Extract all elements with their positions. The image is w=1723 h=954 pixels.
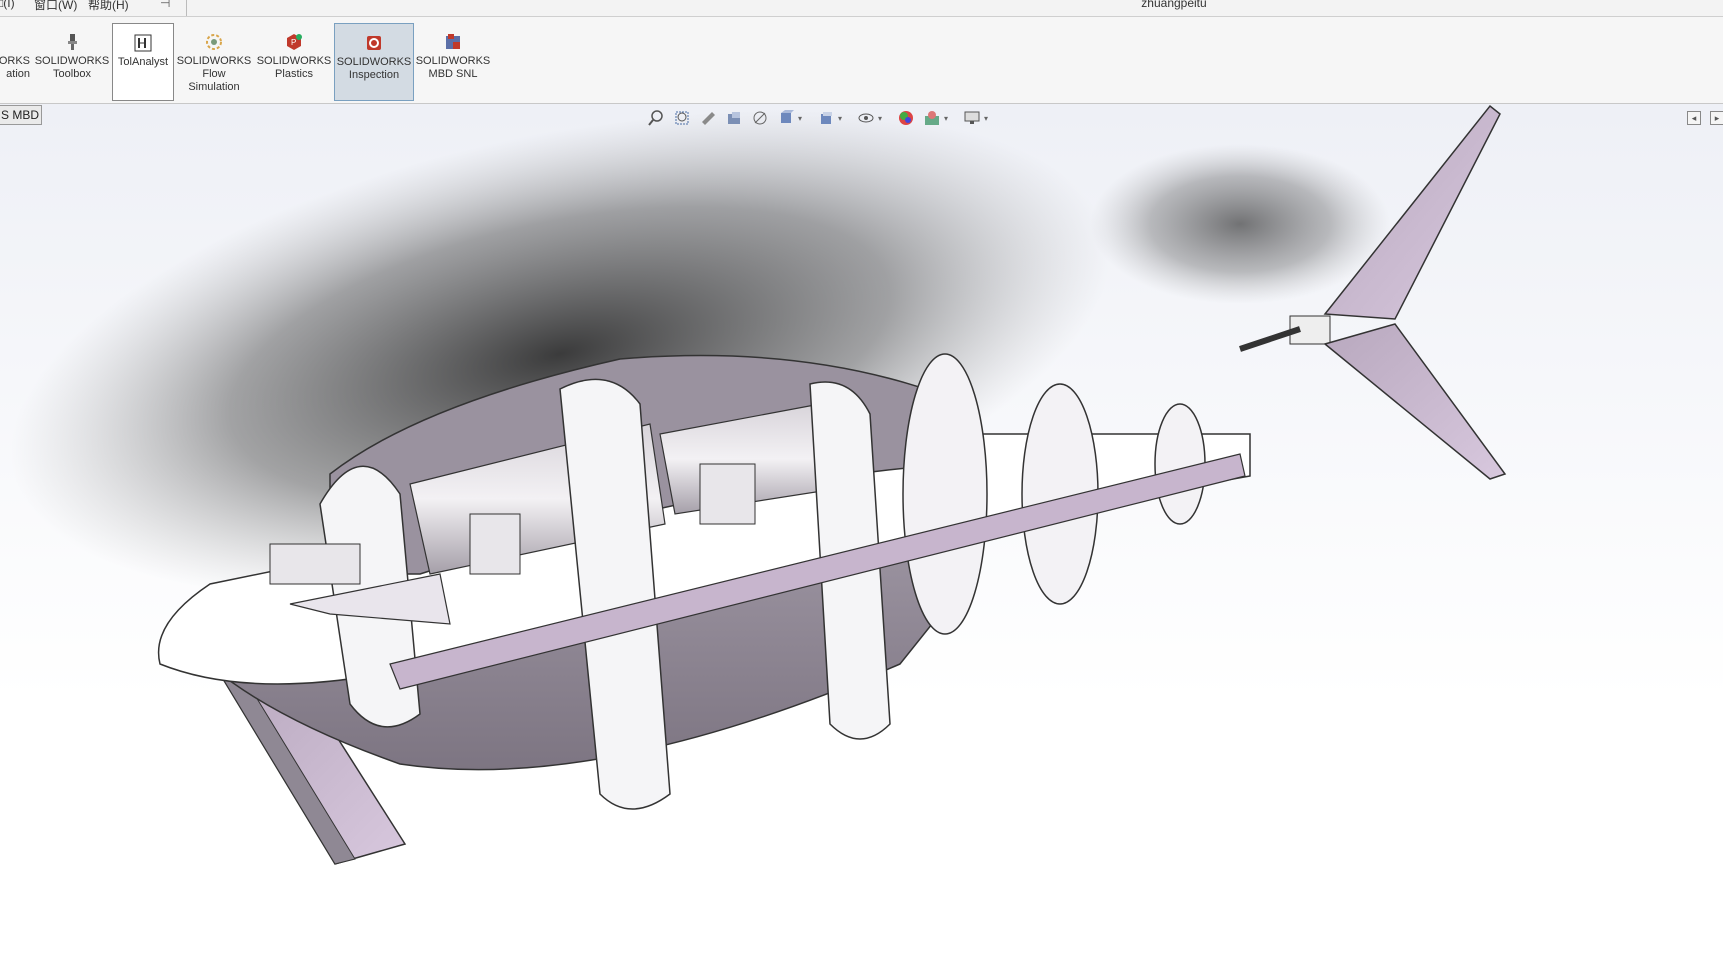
ribbon-button-flow-simulation[interactable]: SOLIDWORKS Flow Simulation: [176, 23, 252, 99]
ribbon-button-tolanalyst[interactable]: TolAnalyst: [112, 23, 174, 101]
zoom-to-fit-icon[interactable]: [648, 110, 664, 126]
tab-mbd[interactable]: S MBD: [0, 105, 42, 125]
ribbon-button-mbd-snl[interactable]: SOLIDWORKS MBD SNL: [414, 23, 492, 99]
display-style-dropdown[interactable]: ▾: [838, 114, 842, 123]
heads-up-toolbar: ▾ ▾ ▾ ▾ ▾: [648, 110, 1004, 130]
gear-assembly: [269, 543, 361, 585]
addin-icon: [2, 32, 22, 52]
collapse-left-icon[interactable]: ◂: [1687, 111, 1701, 125]
collapse-right-icon[interactable]: ▸: [1710, 111, 1723, 125]
frame-ring-4: [902, 353, 988, 635]
bracket-1: [469, 513, 521, 575]
plastics-icon: P: [284, 32, 304, 52]
ribbon-button-plastics[interactable]: P SOLIDWORKS Plastics: [256, 23, 332, 99]
view-settings-icon[interactable]: [964, 110, 980, 126]
hide-show-dropdown[interactable]: ▾: [878, 114, 882, 123]
section-view-icon[interactable]: [726, 110, 742, 126]
apply-scene-dropdown[interactable]: ▾: [944, 114, 948, 123]
previous-view-icon[interactable]: [700, 110, 716, 126]
ribbon-button-inspection[interactable]: SOLIDWORKS Inspection: [334, 23, 414, 101]
svg-text:P: P: [291, 38, 296, 47]
inspection-icon: [364, 33, 384, 53]
ribbon-button-toolbox[interactable]: SOLIDWORKS Toolbox: [33, 23, 111, 99]
apply-scene-icon[interactable]: [924, 110, 940, 126]
fish-robot-model[interactable]: [0, 104, 1723, 954]
bracket-2: [699, 463, 756, 525]
tail-fin-lower: [1323, 323, 1507, 480]
view-orientation-dropdown[interactable]: ▾: [798, 114, 802, 123]
document-title: zhuangpeitu: [1141, 0, 1207, 10]
zoom-to-area-icon[interactable]: [674, 110, 690, 126]
mbd-snl-icon: [443, 32, 463, 52]
view-settings-dropdown[interactable]: ▾: [984, 114, 988, 123]
ribbon-toolbar: ORKS ation SOLIDWORKS Toolbox TolAnalyst…: [0, 17, 1723, 104]
display-style-icon[interactable]: [818, 110, 834, 126]
flow-simulation-icon: [204, 32, 224, 52]
tolanalyst-icon: [133, 33, 153, 53]
dynamic-annotation-icon[interactable]: [752, 110, 768, 126]
tail-shadow: [1090, 144, 1390, 304]
edit-appearance-icon[interactable]: [898, 110, 914, 126]
ribbon-button-partial[interactable]: ORKS ation: [0, 23, 30, 99]
title-bar: □(I) 窗口(W) 帮助(H) ⊣ zhuangpeitu: [0, 0, 1723, 17]
toolbox-icon: [62, 32, 82, 52]
view-orientation-icon[interactable]: [778, 110, 794, 126]
hide-show-items-icon[interactable]: [858, 110, 874, 126]
